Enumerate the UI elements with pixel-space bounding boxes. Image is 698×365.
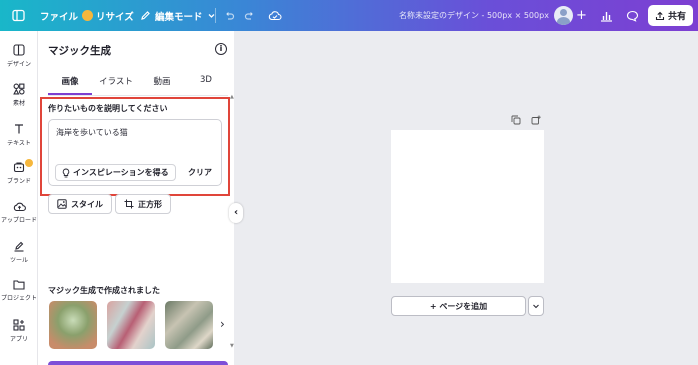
rail-item-design[interactable]: デザイン [0,44,38,68]
add-collaborator-icon[interactable]: + [576,0,587,31]
avatar[interactable] [554,6,573,25]
elements-icon [13,83,25,95]
design-page[interactable] [391,130,544,283]
edit-mode-dropdown[interactable]: 編集モード [140,0,216,31]
chevron-right-icon[interactable]: › [220,317,225,331]
tab-image[interactable]: 画像 [48,75,92,95]
rail-item-projects[interactable]: プロジェクト [0,279,38,302]
left-rail: デザイン 素材 テキスト ブランド アップロード ツール プロジェクト アプリ [0,31,38,365]
design-title[interactable]: 名称未設定のデザイン - 500px × 500px [399,0,549,31]
top-bar: ファイル リサイズ 編集モード 名称未設定のデザイン - 500px × 500… [0,0,698,31]
share-button[interactable]: 共有 [648,5,693,26]
upload-icon [655,11,665,20]
folder-icon [13,280,25,290]
image-icon [57,199,67,209]
premium-badge-icon [25,159,33,167]
add-page-button[interactable]: + ページを追加 [391,296,526,316]
gallery-title: マジック生成で作成されました [48,286,160,295]
add-page-options-button[interactable] [528,296,544,316]
brand-icon [13,162,25,173]
resize-button[interactable]: リサイズ [82,0,134,31]
magic-generate-panel: マジック生成 i 画像 イラスト 動画 3D 作りたいものを説明してください 海… [38,31,234,365]
rail-item-apps[interactable]: アプリ [0,319,38,343]
divider [215,8,216,23]
prompt-text[interactable]: 海岸を歩いている猫 [56,127,128,138]
duplicate-page-icon[interactable] [511,115,521,128]
rail-item-tools[interactable]: ツール [0,240,38,264]
insights-icon[interactable] [600,0,613,31]
style-button[interactable]: スタイル [48,194,112,214]
add-page-icon[interactable] [531,115,541,128]
crown-icon [82,10,93,21]
redo-icon[interactable] [244,0,255,31]
text-icon [15,124,23,134]
upload-icon [13,202,26,212]
prompt-input[interactable]: 海岸を歩いている猫 インスピレーションを得る クリア [48,119,222,186]
rail-item-text[interactable]: テキスト [0,123,38,147]
cloud-saved-icon[interactable] [268,0,282,31]
apps-icon [13,319,25,331]
lightbulb-icon [62,168,70,177]
layout-icon [13,44,25,56]
gallery-thumbnail[interactable] [107,301,155,349]
tab-3d[interactable]: 3D [184,75,228,95]
inspiration-button[interactable]: インスピレーションを得る [55,164,176,181]
sidebar-toggle-icon[interactable] [12,0,25,31]
generate-button[interactable] [48,361,228,365]
aspect-ratio-button[interactable]: 正方形 [115,194,171,214]
file-menu[interactable]: ファイル [40,0,78,31]
tabs-divider [48,95,228,96]
pencil-icon [141,11,150,20]
tab-video[interactable]: 動画 [140,75,184,95]
draw-icon [14,241,24,252]
info-icon[interactable]: i [215,43,227,55]
rail-item-upload[interactable]: アップロード [0,201,38,224]
chevron-down-icon [533,304,539,309]
undo-icon[interactable] [224,0,235,31]
gallery-thumbnail[interactable] [49,301,97,349]
rail-item-brand[interactable]: ブランド [0,159,38,185]
panel-title: マジック生成 [48,45,111,57]
clear-button[interactable]: クリア [185,164,215,181]
media-tabs: 画像 イラスト 動画 3D [48,75,228,95]
tab-illustration[interactable]: イラスト [94,75,138,95]
rail-item-elements[interactable]: 素材 [0,83,38,107]
gallery-thumbnail[interactable] [165,301,213,349]
crop-icon [124,199,134,209]
comment-icon[interactable] [626,0,639,31]
prompt-label: 作りたいものを説明してください [48,104,168,113]
collapse-panel-button[interactable]: ‹ [229,203,243,223]
